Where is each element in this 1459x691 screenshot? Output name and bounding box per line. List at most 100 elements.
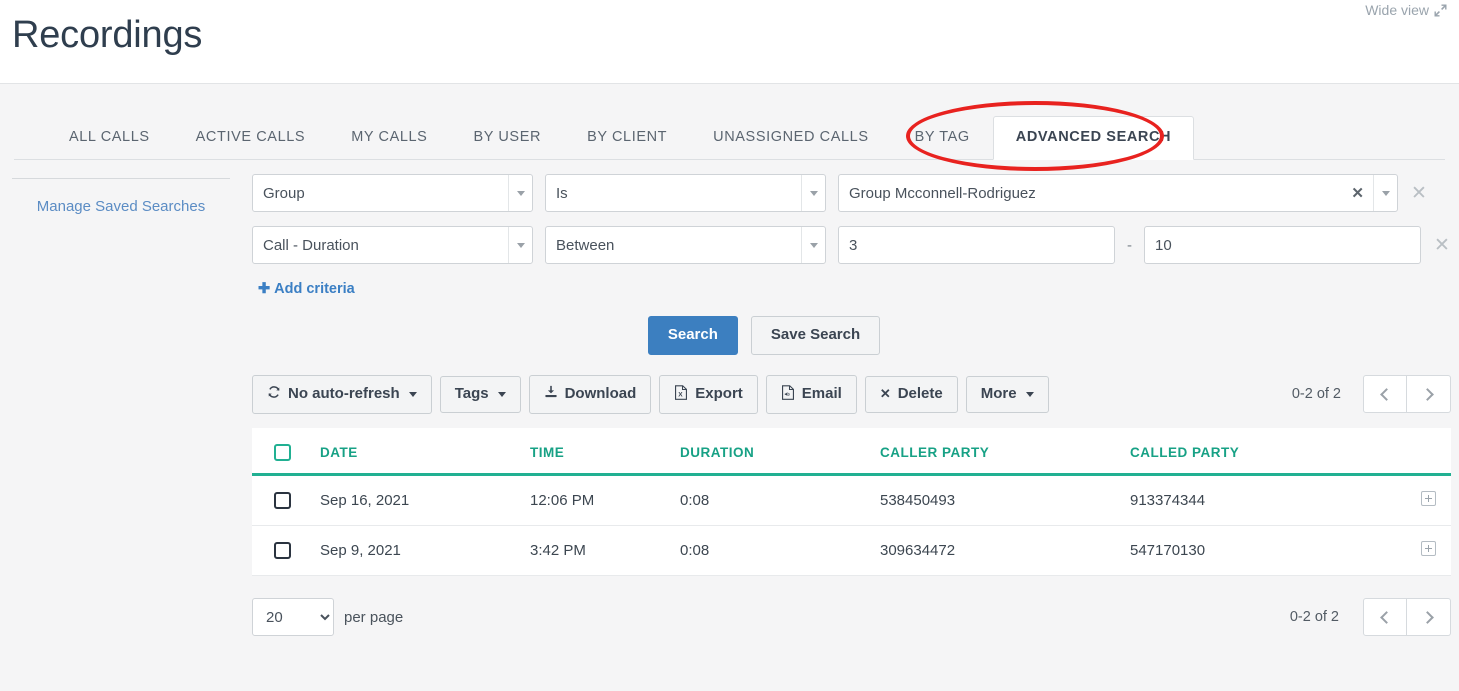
table-footer: 20 per page 0-2 of 2	[252, 598, 1451, 636]
plus-square-expand-icon[interactable]	[1420, 541, 1436, 556]
row-expand-cell	[1405, 474, 1451, 526]
manage-saved-searches-link[interactable]: Manage Saved Searches	[12, 198, 252, 215]
email-button[interactable]: Email	[765, 374, 857, 414]
remove-row-icon[interactable]: ✕	[1433, 236, 1451, 255]
chevron-down-icon[interactable]	[801, 175, 825, 211]
criteria-field-select-2[interactable]: Call - Duration	[252, 226, 533, 264]
criteria-operator-select-1[interactable]: Is	[545, 174, 826, 212]
tab-my-calls[interactable]: MY CALLS	[328, 116, 450, 160]
cell-called-party: 913374344	[1130, 474, 1405, 526]
main-panel: Group Is Group Mcconnell-Rodriguez ✕ ✕ C…	[252, 160, 1459, 636]
export-label: Export	[695, 385, 743, 402]
add-criteria-link[interactable]: ✚ Add criteria	[258, 281, 355, 297]
tab-by-user[interactable]: BY USER	[450, 116, 564, 160]
criteria-range-to-input[interactable]: 10	[1144, 226, 1421, 264]
refresh-icon	[267, 385, 281, 404]
column-header-called-party[interactable]: CALLED PARTY	[1130, 428, 1405, 476]
criteria-operator-select-2[interactable]: Between	[545, 226, 826, 264]
row-checkbox[interactable]	[274, 492, 291, 510]
tabs-bar: ALL CALLS ACTIVE CALLS MY CALLS BY USER …	[0, 84, 1459, 160]
criteria-range-from-input[interactable]: 3	[838, 226, 1115, 264]
search-button[interactable]: Search	[647, 316, 738, 355]
column-header-duration[interactable]: DURATION	[680, 428, 880, 476]
tab-unassigned-calls[interactable]: UNASSIGNED CALLS	[690, 116, 891, 160]
results-count-top: 0-2 of 2	[1291, 386, 1341, 403]
wide-view-label: Wide view	[1365, 2, 1429, 18]
chevron-left-icon	[1380, 610, 1393, 624]
cell-date: Sep 16, 2021	[320, 474, 530, 526]
criteria-field-select-1[interactable]: Group	[252, 174, 533, 212]
next-page-button-top[interactable]	[1407, 375, 1451, 414]
prev-page-button-bottom[interactable]	[1363, 598, 1407, 636]
prev-page-button-top[interactable]	[1363, 375, 1407, 414]
search-actions: Search Save Search	[252, 316, 1451, 355]
tab-by-client[interactable]: BY CLIENT	[564, 116, 690, 160]
cell-time: 12:06 PM	[530, 474, 680, 526]
range-separator: -	[1127, 236, 1132, 254]
sidebar-divider	[12, 178, 230, 179]
tags-label: Tags	[454, 385, 489, 402]
plus-icon: ✚	[258, 281, 271, 297]
expand-diagonal-icon	[1434, 4, 1447, 17]
page-header: Recordings Wide view	[0, 0, 1459, 84]
tab-all-calls[interactable]: ALL CALLS	[46, 116, 173, 160]
delete-button[interactable]: ✕ Delete	[864, 376, 958, 413]
download-icon	[544, 385, 558, 404]
column-header-time[interactable]: TIME	[530, 428, 680, 476]
select-all-checkbox[interactable]	[274, 444, 291, 461]
table-head: DATE TIME DURATION CALLER PARTY CALLED P…	[252, 428, 1451, 476]
column-header-date[interactable]: DATE	[320, 428, 530, 476]
clear-x-icon[interactable]: ✕	[1342, 186, 1373, 201]
row-expand-cell	[1405, 525, 1451, 576]
per-page-select[interactable]: 20	[252, 598, 334, 636]
column-header-caller-party[interactable]: CALLER PARTY	[880, 428, 1130, 476]
results-count-bottom: 0-2 of 2	[1289, 609, 1339, 625]
sidebar: Manage Saved Searches	[12, 160, 252, 636]
select-all-header	[252, 428, 320, 476]
auto-refresh-dropdown[interactable]: No auto-refresh	[252, 375, 432, 414]
chevron-down-icon[interactable]	[508, 175, 532, 211]
row-select-cell	[252, 474, 320, 526]
criteria-value-select-1[interactable]: Group Mcconnell-Rodriguez ✕	[838, 174, 1398, 212]
criteria-field-value-2: Call - Duration	[263, 236, 359, 254]
plus-square-expand-icon[interactable]	[1420, 491, 1436, 506]
email-label: Email	[801, 385, 842, 402]
chevron-down-icon[interactable]	[508, 227, 532, 263]
table-row[interactable]: Sep 16, 2021 12:06 PM 0:08 538450493 913…	[252, 474, 1451, 526]
tab-active-calls[interactable]: ACTIVE CALLS	[173, 116, 329, 160]
save-search-button[interactable]: Save Search	[750, 316, 881, 355]
next-page-button-bottom[interactable]	[1407, 598, 1451, 636]
chevron-down-icon[interactable]	[801, 227, 825, 263]
table-row[interactable]: Sep 9, 2021 3:42 PM 0:08 309634472 54717…	[252, 525, 1451, 576]
more-dropdown[interactable]: More	[965, 376, 1049, 413]
row-select-cell	[252, 525, 320, 576]
tab-by-tag[interactable]: BY TAG	[892, 116, 993, 160]
criteria-operator-value-1: Is	[556, 184, 568, 202]
caret-down-icon	[497, 391, 506, 397]
wide-view-toggle[interactable]: Wide view	[1365, 2, 1447, 18]
remove-row-icon[interactable]: ✕	[1410, 184, 1428, 203]
tab-advanced-search[interactable]: ADVANCED SEARCH	[992, 116, 1195, 160]
criteria-row: Call - Duration Between 3 - 10 ✕	[252, 226, 1451, 264]
export-button[interactable]: X Export	[659, 374, 758, 414]
cell-date: Sep 9, 2021	[320, 525, 530, 576]
cell-duration: 0:08	[680, 525, 880, 576]
download-button[interactable]: Download	[528, 375, 652, 414]
chevron-right-icon	[1420, 387, 1434, 401]
chevron-down-icon[interactable]	[1373, 175, 1397, 211]
auto-refresh-label: No auto-refresh	[288, 385, 400, 402]
criteria-operator-value-2: Between	[556, 236, 615, 254]
tags-dropdown[interactable]: Tags	[439, 376, 521, 413]
results-table-wrapper: DATE TIME DURATION CALLER PARTY CALLED P…	[252, 428, 1451, 576]
page-content: Manage Saved Searches Group Is Group Mcc…	[0, 160, 1459, 636]
cell-caller-party: 309634472	[880, 525, 1130, 576]
cell-time: 3:42 PM	[530, 525, 680, 576]
row-checkbox[interactable]	[274, 542, 291, 560]
column-header-expand	[1405, 428, 1451, 476]
delete-label: Delete	[897, 385, 943, 402]
file-audio-icon	[781, 384, 795, 405]
svg-text:X: X	[678, 391, 683, 398]
results-toolbar: No auto-refresh Tags Download X Export E…	[252, 374, 1451, 414]
cell-called-party: 547170130	[1130, 525, 1405, 576]
criteria-range-from-value: 3	[849, 236, 858, 254]
